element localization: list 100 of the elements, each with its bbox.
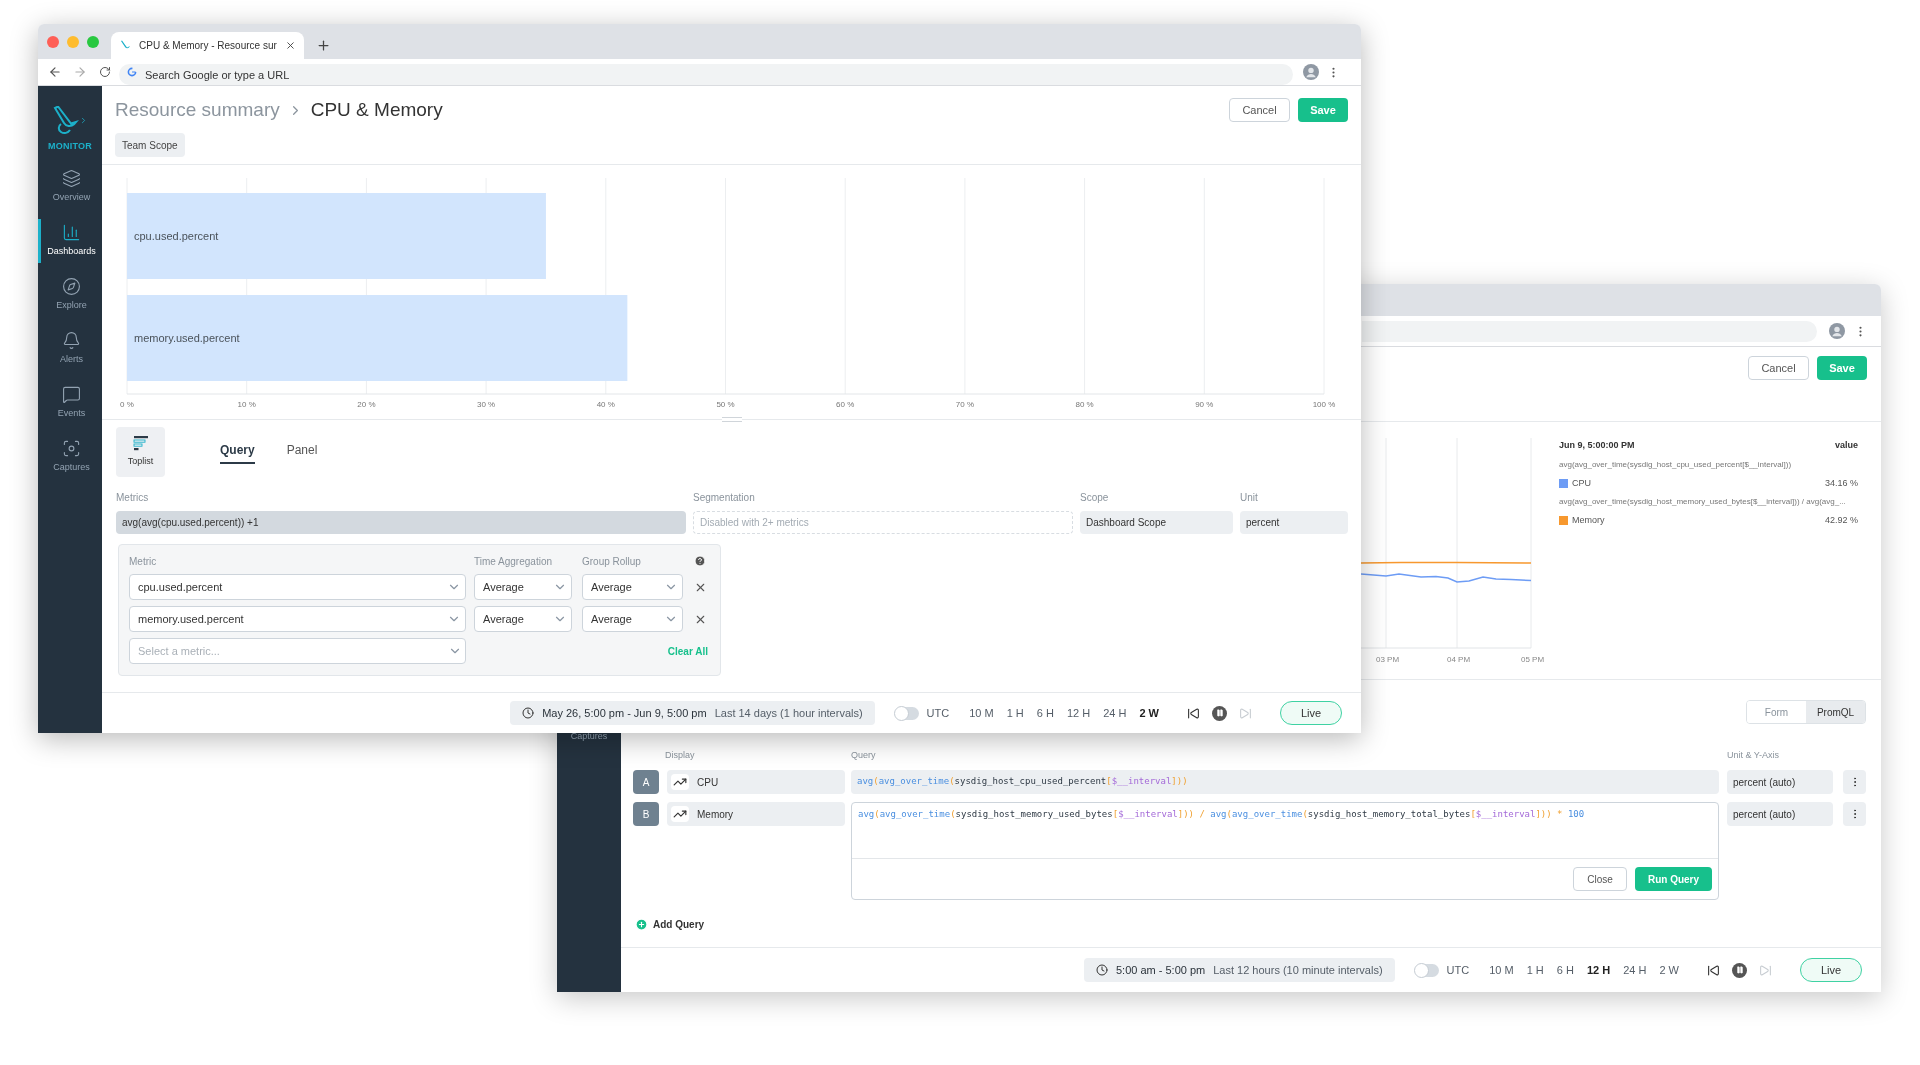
legend-value: 42.92 % [1824,514,1858,527]
axis-tick-label: 05 PM [1521,654,1545,666]
resize-handle[interactable] [722,417,742,422]
group-rollup-select[interactable]: Average [582,574,683,600]
unit-select[interactable]: percent (auto) [1727,770,1833,794]
field-label: Segmentation [693,491,756,505]
pause-button[interactable] [1732,962,1747,978]
reload-icon[interactable] [99,66,111,78]
scope-chip[interactable]: Team Scope [115,133,185,157]
bar-label: cpu.used.percent [134,230,219,242]
page-title: CPU & Memory [310,97,443,122]
sidebar-item[interactable]: Captures [38,435,102,479]
legend-series-name: Memory [1572,514,1605,527]
column-header: Metric [129,554,158,569]
tab[interactable]: Panel [286,441,318,464]
pause-icon [1735,966,1744,974]
tab-title: CPU & Memory - Resource sur [139,39,277,53]
query-letter-badge: B [633,802,659,826]
legend-value: 34.16 % [1824,476,1858,490]
time-preset[interactable]: 6 H [1036,704,1054,722]
pause-button[interactable] [1212,705,1227,721]
live-button[interactable]: Live [1280,701,1342,725]
clock-icon [1095,964,1108,976]
time-preset[interactable]: 10 M [969,704,994,722]
metric-select[interactable]: Select a metric... [129,638,466,664]
time-preset[interactable]: 12 H [1066,704,1091,722]
time-preset[interactable]: 6 H [1556,961,1574,979]
brand-label: MONITOR [48,139,92,153]
axis-tick-label: 50 % [716,400,735,409]
unit-field[interactable]: percent [1240,511,1348,534]
skip-back-icon[interactable] [1187,706,1200,720]
time-aggregation-select[interactable]: Average [474,606,572,632]
utc-toggle[interactable] [1414,963,1439,977]
time-preset[interactable]: 2 W [1659,961,1679,979]
metric-select[interactable]: memory.used.percent [129,606,466,632]
line-chart-icon [671,806,689,822]
query-field[interactable]: avg(avg_over_time(sysdig_host_cpu_used_percent[$__interval])) [851,770,1719,794]
cancel-button[interactable]: Cancel [1229,98,1290,122]
axis-tick-label: 70 % [955,400,974,409]
live-button[interactable]: Live [1800,958,1862,982]
axis-tick-label: 0 % [120,400,134,409]
forward-icon[interactable] [73,65,87,79]
skip-back-icon[interactable] [1707,963,1720,977]
time-aggregation-select[interactable]: Average [474,574,572,600]
time-preset[interactable]: 24 H [1103,704,1127,722]
metric-select[interactable]: cpu.used.percent [129,574,466,600]
logo-icon [51,105,80,136]
sidebar-item[interactable]: Dashboards [38,219,102,263]
display-field[interactable]: Memory [667,802,845,826]
new-tab-icon[interactable] [315,38,331,53]
utc-label: UTC [1446,962,1470,978]
time-preset[interactable]: 10 M [1489,961,1514,979]
sidebar-item[interactable]: Events [38,381,102,425]
browser-tab[interactable]: CPU & Memory - Resource sur [111,32,304,59]
address-field[interactable] [1362,320,1817,342]
group-rollup-select[interactable]: Average [582,606,683,632]
axis-tick-label: 03 PM [1376,654,1400,666]
metrics-field[interactable]: avg(avg(cpu.used.percent)) +1 [116,511,686,534]
toplist-button[interactable]: Toplist [116,427,165,477]
tab[interactable]: Query [220,441,255,464]
axis-tick-label: 30 % [477,400,496,409]
time-preset[interactable]: 2 W [1139,704,1159,722]
column-header: Group Rollup [582,554,642,569]
axis-tick-label: 60 % [836,400,855,409]
focus-frame-icon [62,439,81,459]
axis-tick-label: 90 % [1195,400,1214,409]
display-field[interactable]: CPU [667,770,845,794]
sidebar-item[interactable]: Explore [38,273,102,317]
utc-toggle[interactable] [894,706,919,720]
time-preset[interactable]: 12 H [1586,961,1611,979]
close-button[interactable]: Close [1573,867,1627,891]
avatar[interactable] [1829,323,1845,339]
bell-icon [62,331,81,351]
close-window-button[interactable] [47,35,59,48]
time-preset[interactable]: 1 H [1006,704,1024,722]
mode-toggle-option[interactable]: PromQL [1806,701,1865,723]
query-editor[interactable]: avg(avg_over_time(sysdig_host_memory_used_bytes[$__interval])) / avg(avg_over_time(sysdig_host_memory_total_bytes[$__interval])) * 100 Close Run Query [851,802,1719,900]
help-icon[interactable] [694,555,706,567]
legend-timestamp: Jun 9, 5:00:00 PM [1559,439,1635,452]
address-field[interactable]: Search Google or type a URL [119,64,1293,85]
scope-field[interactable]: Dashboard Scope [1080,511,1233,534]
unit-select[interactable]: percent (auto) [1727,802,1833,826]
avatar[interactable] [1303,64,1319,80]
pause-icon [1215,709,1224,717]
time-range-button[interactable]: May 26, 5:00 pm - Jun 9, 5:00 pm Last 14 days (1 hour intervals) [510,701,875,725]
cancel-button[interactable]: Cancel [1748,356,1809,380]
time-range-button[interactable]: 5:00 am - 5:00 pm Last 12 hours (10 minute intervals) [1083,958,1395,982]
column-header: Display [665,749,696,763]
time-preset[interactable]: 24 H [1623,961,1647,979]
close-icon[interactable] [284,40,296,51]
sidebar-item[interactable]: Alerts [38,327,102,371]
axis-tick-label: 10 % [237,400,256,409]
sidebar-item[interactable]: Overview [38,165,102,209]
sidebar-item[interactable]: Captures [570,730,608,744]
legend-query: avg(avg_over_time(sysdig_host_cpu_used_percent[$__interval])) [1559,458,1793,471]
back-icon[interactable] [48,65,62,79]
time-preset[interactable]: 1 H [1526,961,1544,979]
legend-series-name: CPU [1572,476,1591,490]
maximize-window-button[interactable] [87,35,99,48]
add-query-button[interactable]: Add Query [635,917,705,932]
